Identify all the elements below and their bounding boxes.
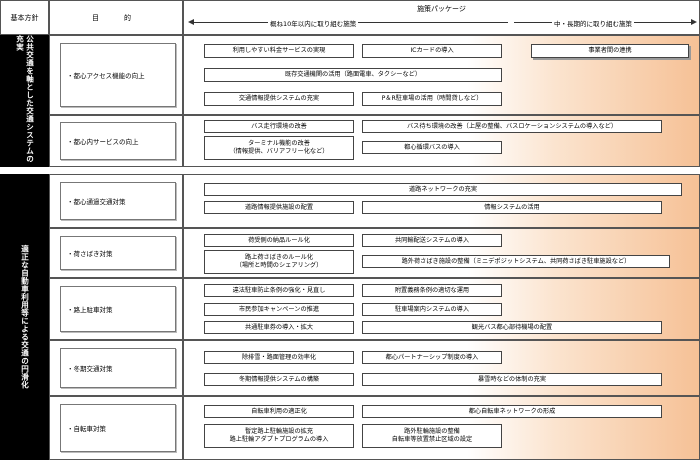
measure-info-system: 情報システムの活用 [362, 201, 662, 214]
measure-tour-bus-waiting: 観光バス都心部待機場の配置 [362, 321, 662, 334]
package-row-bicycle: 自転車利用の適正化 都心自転車ネットワークの形成 暫定路上駐輪施設の拡充 路上駐… [183, 396, 700, 460]
measure-temp-bicycle-parking-line2: 路上駐輪アダプトプログラムの導入 [229, 436, 329, 443]
purpose-loading: ・荷さばき対策 [60, 236, 176, 270]
measure-parking-obligation: 附置義務条例の適切な運用 [362, 284, 502, 297]
purpose-cell-loading: ・荷さばき対策 [49, 228, 183, 278]
package-row-winter: 除排雪・路面管理の効率化 都心パートナーシップ制度の導入 冬期情報提供システムの… [183, 340, 700, 396]
measure-offstreet-bicycle-parking-line2: 自転車等放置禁止区域の設定 [391, 436, 473, 443]
section-public-transport-label: 公共交通を軸とした交通システムの充実 [15, 35, 35, 163]
purpose-cell-through-traffic: ・都心通過交通対策 [49, 174, 183, 228]
header-basic-policy: 基本方針 [0, 0, 49, 35]
measure-bus-driving-env: バス走行環境の改善 [204, 120, 354, 133]
measure-winter-info-system: 冬期情報提供システムの構築 [204, 373, 354, 386]
purpose-access: ・都心アクセス機能の向上 [60, 43, 176, 107]
measure-joint-delivery: 共同輸配送システムの導入 [362, 234, 502, 247]
purpose-inner-service: ・都心内サービスの向上 [60, 122, 176, 160]
measure-terminal-improvement: ターミナル機能の改善 （情報提供、バリアフリー化など） [204, 136, 354, 160]
measure-loop-bus: 都心循環バスの導入 [362, 141, 502, 154]
measure-offstreet-bicycle-parking: 路外駐輪施設の整備 自転車等放置禁止区域の設定 [362, 424, 502, 448]
measure-street-loading-rules: 路上荷さばきのルール化 （場所と時間のシェアリング） [204, 250, 354, 274]
measure-street-loading-rules-line1: 路上荷さばきのルール化 [244, 254, 314, 261]
purpose-access-label: ・都心アクセス機能の向上 [67, 72, 145, 80]
measure-delivery-rules: 荷受側の納品ルール化 [204, 234, 354, 247]
package-row-loading: 荷受側の納品ルール化 共同輸配送システムの導入 路上荷さばきのルール化 （場所と… [183, 228, 700, 278]
measure-snow-removal: 除排雪・路面管理の効率化 [204, 351, 354, 364]
section-public-transport: 公共交通を軸とした交通システムの充実 [0, 35, 49, 167]
header-purpose-label: 目 的 [92, 13, 140, 22]
purpose-bicycle: ・自転車対策 [60, 404, 176, 452]
purpose-cell-winter: ・冬期交通対策 [49, 340, 183, 396]
measure-operator-cooperation: 事業者間の連携 [531, 44, 689, 58]
purpose-parking-label: ・路上駐車対策 [67, 306, 113, 314]
purpose-through-traffic-label: ・都心通過交通対策 [67, 198, 126, 206]
package-row-through-traffic: 道路ネットワークの充実 道路情報提供施設の配置 情報システムの活用 [183, 174, 700, 228]
purpose-cell-access: ・都心アクセス機能の向上 [49, 35, 183, 115]
purpose-bicycle-label: ・自転車対策 [67, 425, 106, 433]
section-car-use: 適正な自動車利用等による交通の円滑化 [0, 174, 49, 460]
measure-parking-guidance: 駐車場案内システムの導入 [362, 303, 502, 316]
measure-bicycle-proper-use: 自転車利用の適正化 [204, 405, 354, 418]
measure-illegal-parking-ordinance: 違法駐車防止条例の強化・見直し [204, 284, 354, 297]
measure-offstreet-bicycle-parking-line1: 路外駐輪施設の整備 [404, 428, 460, 435]
long-term-label: 中・長期的に取り組む施策 [552, 18, 634, 28]
header-purpose: 目 的 [49, 0, 183, 35]
package-row-parking: 違法駐車防止条例の強化・見直し 附置義務条例の適切な運用 市民参加キャンペーンの… [183, 278, 700, 340]
measure-street-loading-rules-line2: （場所と時間のシェアリング） [235, 262, 323, 269]
short-term-arrow-head [188, 19, 194, 25]
measure-existing-transport: 既存交通機関の活用（路面電車、タクシーなど） [204, 68, 502, 82]
measure-partnership: 都心パートナーシップ制度の導入 [362, 351, 502, 364]
purpose-cell-inner-service: ・都心内サービスの向上 [49, 115, 183, 167]
purpose-cell-parking: ・路上駐車対策 [49, 278, 183, 340]
measure-road-network: 道路ネットワークの充実 [204, 183, 682, 196]
purpose-winter: ・冬期交通対策 [60, 348, 176, 388]
purpose-loading-label: ・荷さばき対策 [67, 250, 113, 258]
header-package: 施策パッケージ 概ね10年以内に取り組む施策 中・長期的に取り組む施策 [183, 0, 700, 35]
measure-terminal-improvement-line1: ターミナル機能の改善 [248, 140, 310, 147]
measure-ic-card: ICカードの導入 [362, 44, 502, 58]
measure-bicycle-network: 都心自転車ネットワークの形成 [362, 405, 662, 418]
package-row-access: 利用しやすい料金サービスの実現 ICカードの導入 事業者間の連携 既存交通機関の… [183, 35, 700, 115]
short-term-label: 概ね10年以内に取り組む施策 [268, 18, 359, 28]
measure-citizen-campaign: 市民参加キャンペーンの推進 [204, 303, 354, 316]
purpose-winter-label: ・冬期交通対策 [67, 365, 113, 373]
measure-common-parking-ticket: 共通駐車券の導入・拡大 [204, 321, 354, 334]
measure-temp-bicycle-parking-line1: 暫定路上駐輪施設の拡充 [244, 428, 314, 435]
purpose-parking: ・路上駐車対策 [60, 286, 176, 332]
package-row-inner-service: バス走行環境の改善 バス待ち環境の改善（上屋の整備、バスロケーションシステムの導… [183, 115, 700, 167]
measure-storm-system: 暴雪時などの体制の充実 [362, 373, 662, 386]
long-term-arrow-head [691, 19, 697, 25]
measure-temp-bicycle-parking: 暫定路上駐輪施設の拡充 路上駐輪アダプトプログラムの導入 [204, 424, 354, 448]
purpose-cell-bicycle: ・自転車対策 [49, 396, 183, 460]
package-title: 施策パッケージ [417, 5, 466, 13]
header-basic-policy-label: 基本方針 [10, 13, 39, 22]
measure-traffic-info-system: 交通情報提供システムの充実 [204, 92, 354, 106]
measure-park-and-ride: P＆R駐車場の活用（時間貸しなど） [362, 92, 502, 106]
purpose-through-traffic: ・都心通過交通対策 [60, 182, 176, 220]
measure-offstreet-loading: 路外荷さばき施設の整備（ミニデポジットシステム、共同荷さばき駐車施設など） [362, 255, 670, 268]
measure-bus-waiting-env: バス待ち環境の改善（上屋の整備、バスロケーションシステムの導入など） [362, 120, 662, 133]
measure-road-info-facility: 道路情報提供施設の配置 [204, 201, 354, 214]
measure-fare-service: 利用しやすい料金サービスの実現 [204, 44, 354, 58]
purpose-inner-service-label: ・都心内サービスの向上 [67, 138, 139, 146]
section-car-use-label: 適正な自動車利用等による交通の円滑化 [20, 245, 30, 389]
measure-terminal-improvement-line2: （情報提供、バリアフリー化など） [229, 148, 329, 155]
